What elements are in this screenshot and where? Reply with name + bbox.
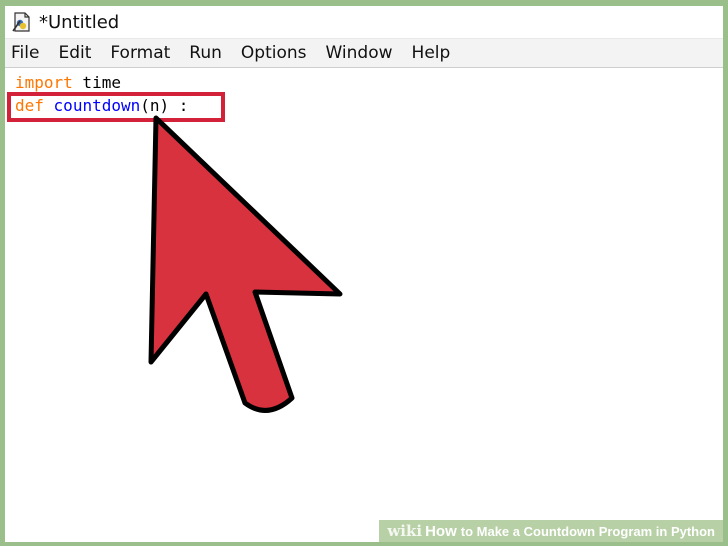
cursor-arrow-icon	[148, 115, 343, 413]
footer-brand: wiki	[387, 522, 423, 540]
watermark-caption: wiki How to Make a Countdown Program in …	[379, 520, 723, 542]
footer-title: to Make a Countdown Program in Python	[460, 523, 715, 539]
footer-how: How	[425, 522, 457, 540]
